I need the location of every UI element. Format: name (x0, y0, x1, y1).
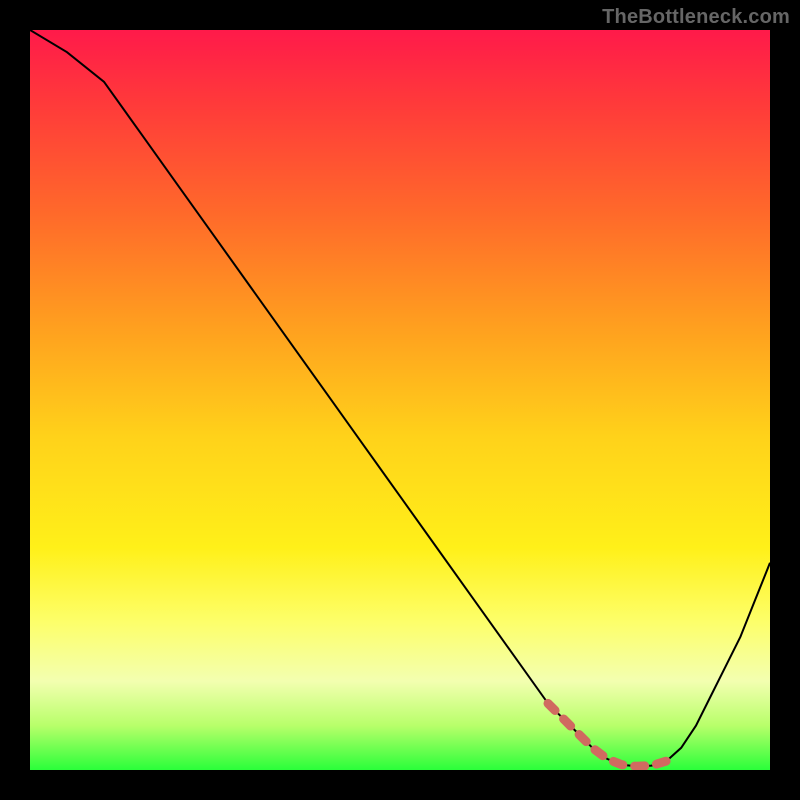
watermark-text: TheBottleneck.com (602, 6, 790, 29)
bottleneck-curve (30, 30, 770, 766)
plot-area (30, 30, 770, 770)
curve-svg (30, 30, 770, 770)
chart-frame: TheBottleneck.com (0, 0, 800, 800)
highlight-dashed-segment (548, 703, 666, 766)
